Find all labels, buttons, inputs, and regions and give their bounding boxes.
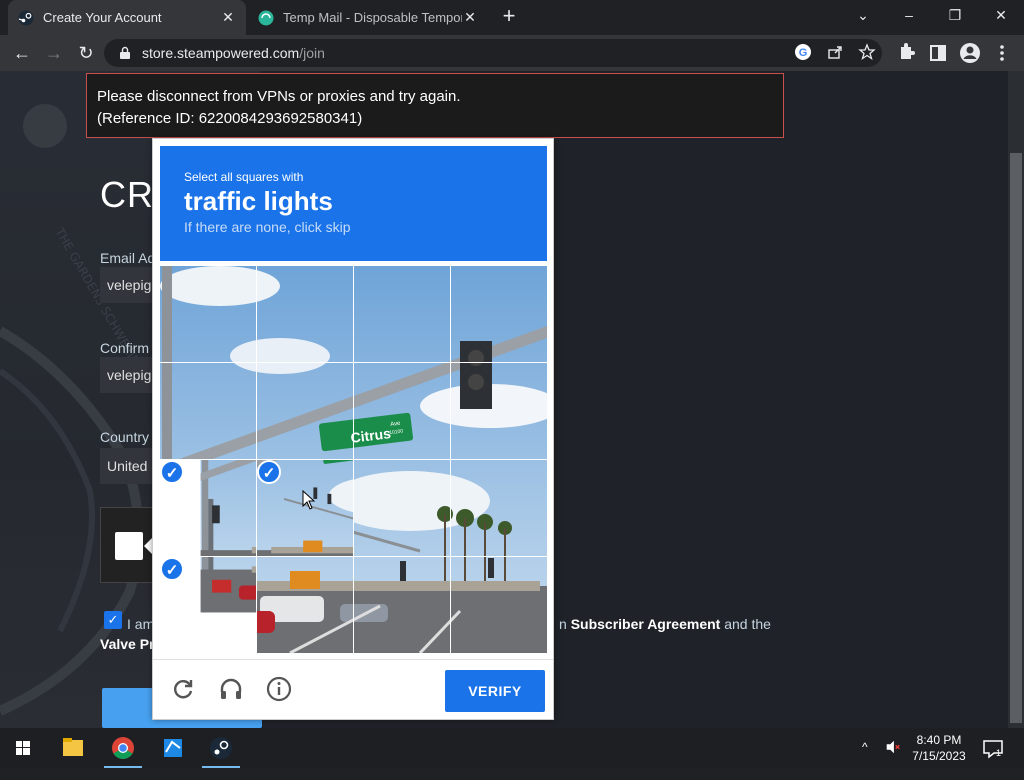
side-panel-icon[interactable] bbox=[926, 41, 950, 65]
forward-button[interactable]: → bbox=[42, 41, 66, 65]
tile-selected-check-icon: ✓ bbox=[160, 557, 184, 581]
country-label: Country bbox=[100, 429, 150, 445]
challenge-footer: VERIFY bbox=[153, 659, 553, 720]
url-host: store.steampowered.com bbox=[142, 45, 300, 61]
volume-muted-icon[interactable] bbox=[884, 738, 902, 778]
error-line-1: Please disconnect from VPNs or proxies a… bbox=[97, 88, 461, 105]
google-icon[interactable]: G bbox=[794, 43, 812, 61]
tab-title: Create Your Account bbox=[43, 10, 162, 25]
error-reference-id: (Reference ID: 6220084293692580341) bbox=[97, 110, 363, 127]
agree-text: I am bbox=[127, 616, 155, 632]
extensions-icon[interactable] bbox=[894, 41, 918, 65]
agree-checkbox[interactable]: ✓ bbox=[104, 611, 122, 629]
tab-title: Temp Mail - Disposable Tempora bbox=[283, 10, 462, 25]
grid-tile[interactable]: CitrusAve10100 bbox=[257, 557, 353, 653]
temp-mail-icon bbox=[258, 10, 274, 25]
recaptcha-checkbox[interactable] bbox=[115, 532, 143, 560]
tab-strip: Create Your Account ✕ Temp Mail - Dispos… bbox=[0, 0, 1024, 35]
grid-tile[interactable]: CitrusAve10100 bbox=[257, 363, 353, 459]
bookmark-star-icon[interactable] bbox=[858, 43, 876, 61]
restore-button[interactable]: ❐ bbox=[932, 0, 978, 32]
grid-tile[interactable]: CitrusAve10100 bbox=[354, 266, 450, 362]
audio-challenge-icon[interactable] bbox=[217, 675, 245, 703]
chrome-taskbar-icon[interactable] bbox=[100, 728, 146, 768]
lock-icon bbox=[120, 46, 130, 59]
tab-close-icon[interactable]: ✕ bbox=[462, 9, 478, 26]
tile-selected-check-icon: ✓ bbox=[257, 460, 281, 484]
grid-tile[interactable]: CitrusAve10100 bbox=[354, 363, 450, 459]
grid-tile[interactable]: CitrusAve10100✓ bbox=[160, 557, 256, 653]
close-window-button[interactable]: ✕ bbox=[978, 0, 1024, 32]
tab-temp-mail[interactable]: Temp Mail - Disposable Tempora ✕ bbox=[248, 0, 488, 35]
address-bar[interactable]: store.steampowered.com/join G bbox=[104, 39, 882, 67]
steam-taskbar-icon[interactable] bbox=[198, 728, 244, 768]
agree-prefix: n bbox=[559, 616, 571, 632]
grid-tile[interactable]: CitrusAve10100 bbox=[354, 460, 450, 556]
subscriber-agreement-link[interactable]: Subscriber Agreement bbox=[571, 616, 721, 632]
profile-avatar-icon[interactable] bbox=[958, 41, 982, 65]
url-path: /join bbox=[299, 45, 325, 61]
grid-tile[interactable]: CitrusAve10100 bbox=[160, 363, 256, 459]
image-grid: CitrusAve10100CitrusAve10100CitrusAve101… bbox=[160, 266, 547, 653]
system-clock[interactable]: 8:40 PM 7/15/2023 bbox=[906, 732, 972, 764]
grid-tile[interactable]: CitrusAve10100 bbox=[451, 460, 547, 556]
challenge-hint: If there are none, click skip bbox=[184, 219, 351, 235]
agree-rest: and the bbox=[720, 616, 771, 632]
grid-tile[interactable]: CitrusAve10100✓ bbox=[160, 460, 256, 556]
recaptcha-challenge: Select all squares with traffic lights I… bbox=[152, 138, 554, 720]
menu-kebab-icon[interactable] bbox=[990, 41, 1014, 65]
minimize-button[interactable]: – bbox=[886, 0, 932, 32]
grid-tile[interactable]: CitrusAve10100 bbox=[451, 557, 547, 653]
challenge-header: Select all squares with traffic lights I… bbox=[160, 146, 547, 261]
reload-button[interactable]: ↻ bbox=[74, 41, 98, 65]
country-select[interactable]: United bbox=[100, 448, 160, 484]
privacy-policy-link[interactable]: Valve Pr bbox=[100, 636, 155, 652]
windows-taskbar: ^ 8:40 PM 7/15/2023 1 bbox=[0, 728, 1024, 768]
new-tab-button[interactable]: + bbox=[498, 5, 520, 28]
notification-count: 1 bbox=[996, 748, 1001, 758]
share-icon[interactable] bbox=[826, 43, 844, 61]
reload-challenge-icon[interactable] bbox=[169, 675, 197, 703]
scrollbar-thumb[interactable] bbox=[1010, 153, 1022, 723]
tile-selected-check-icon: ✓ bbox=[160, 460, 184, 484]
confirm-email-label: Confirm bbox=[100, 340, 150, 356]
page-scrollbar[interactable] bbox=[1008, 71, 1024, 728]
start-button[interactable] bbox=[0, 728, 46, 768]
challenge-instruction: Select all squares with bbox=[184, 170, 304, 184]
grid-tile[interactable]: CitrusAve10100 bbox=[451, 266, 547, 362]
file-explorer-icon[interactable] bbox=[50, 728, 96, 768]
grid-tile[interactable]: CitrusAve10100 bbox=[451, 363, 547, 459]
tab-search-icon[interactable]: ⌄ bbox=[840, 0, 886, 32]
captcha-pointer bbox=[144, 538, 152, 554]
clock-time: 8:40 PM bbox=[916, 733, 962, 747]
clock-date: 7/15/2023 bbox=[912, 749, 966, 763]
app-taskbar-icon[interactable] bbox=[150, 728, 196, 768]
browser-toolbar: ← → ↻ store.steampowered.com/join G bbox=[0, 35, 1024, 71]
tray-overflow-icon[interactable]: ^ bbox=[862, 740, 868, 780]
steam-icon bbox=[18, 10, 34, 25]
email-field[interactable]: velepig bbox=[100, 267, 160, 303]
verify-button[interactable]: VERIFY bbox=[445, 670, 545, 712]
vpn-error-message: Please disconnect from VPNs or proxies a… bbox=[86, 73, 784, 138]
grid-tile[interactable]: CitrusAve10100 bbox=[160, 266, 256, 362]
grid-tile[interactable]: CitrusAve10100 bbox=[354, 557, 450, 653]
agree-text-right: n Subscriber Agreement and the bbox=[559, 616, 771, 632]
tab-close-icon[interactable]: ✕ bbox=[220, 9, 236, 26]
tab-create-account[interactable]: Create Your Account ✕ bbox=[8, 0, 246, 35]
mouse-cursor-icon bbox=[302, 490, 316, 510]
grid-tile[interactable]: CitrusAve10100 bbox=[257, 266, 353, 362]
svg-text:G: G bbox=[799, 47, 808, 59]
info-icon[interactable] bbox=[265, 675, 293, 703]
notification-center-icon[interactable]: 1 bbox=[982, 738, 1004, 778]
back-button[interactable]: ← bbox=[10, 41, 34, 65]
confirm-email-field[interactable]: velepig bbox=[100, 357, 160, 393]
challenge-target: traffic lights bbox=[184, 186, 333, 216]
email-label: Email Ad bbox=[100, 250, 156, 266]
